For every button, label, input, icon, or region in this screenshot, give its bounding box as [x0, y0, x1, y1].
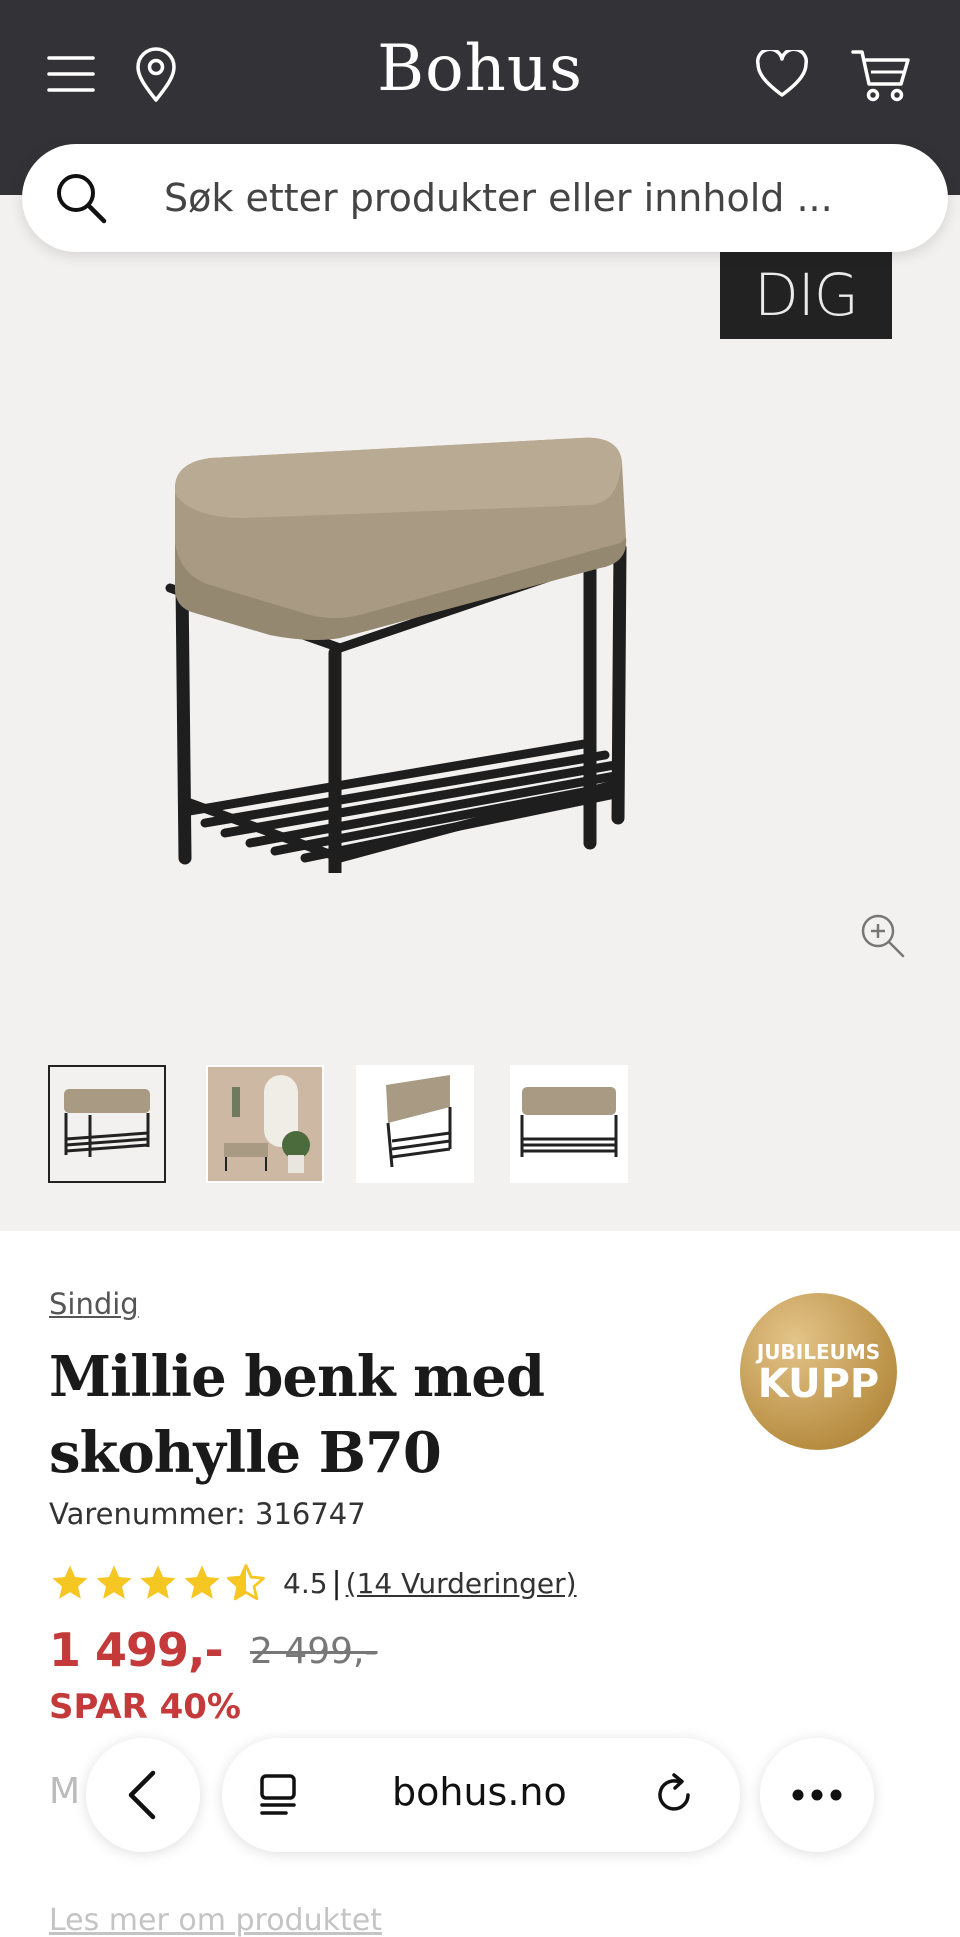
browser-url[interactable]: bohus.no: [392, 1770, 567, 1814]
shopping-cart-icon[interactable]: [848, 44, 914, 106]
reviews-link[interactable]: (14 Vurderinger): [346, 1567, 577, 1600]
badge-top-text: JUBILEUMS: [756, 1339, 881, 1364]
browser-back-button[interactable]: [86, 1738, 200, 1852]
search-bar: [22, 144, 948, 252]
savings-label: SPAR 40%: [49, 1687, 241, 1727]
read-more-link[interactable]: Les mer om produktet: [49, 1903, 382, 1937]
thumbnail-bench-side[interactable]: [356, 1065, 474, 1183]
star-icon: [140, 1565, 176, 1599]
description-start: M: [49, 1771, 81, 1812]
badge-bottom-text: KUPP: [757, 1360, 880, 1407]
browser-address-bar[interactable]: bohus.no: [222, 1738, 740, 1852]
rating-separator: |: [331, 1565, 342, 1601]
reload-icon[interactable]: [652, 1772, 698, 1818]
product-sku: Varenummer: 316747: [49, 1497, 366, 1531]
rating-value: 4.5: [283, 1566, 328, 1600]
star-rating: [49, 1562, 267, 1604]
old-price: 2 499,-: [250, 1631, 378, 1672]
search-icon[interactable]: [52, 169, 110, 227]
search-input[interactable]: [164, 166, 924, 230]
tabs-icon[interactable]: [256, 1772, 302, 1818]
brand-link[interactable]: Sindig: [49, 1287, 139, 1321]
bohus-logo[interactable]: Bohus: [0, 32, 960, 106]
browser-more-button[interactable]: [760, 1738, 874, 1852]
half-star-icon: [227, 1564, 265, 1601]
thumbnail-bench-front[interactable]: [48, 1065, 166, 1183]
product-gallery: DIG: [0, 195, 960, 1231]
more-dots-icon: [792, 1789, 842, 1801]
star-icon: [96, 1565, 132, 1599]
main-product-image[interactable]: [150, 313, 800, 945]
star-icon: [52, 1565, 88, 1599]
rating-row: 4.5 | (14 Vurderinger): [49, 1561, 577, 1605]
zoom-in-icon[interactable]: [858, 911, 906, 959]
current-price: 1 499,-: [49, 1623, 224, 1677]
back-chevron-icon: [128, 1770, 156, 1820]
thumbnail-room-scene[interactable]: [206, 1065, 324, 1183]
product-title: Millie benk med skohylle B70: [49, 1344, 545, 1486]
thumbnail-bench-straight[interactable]: [510, 1065, 628, 1183]
jubileums-kupp-badge: JUBILEUMS KUPP: [740, 1293, 897, 1450]
star-icon: [184, 1565, 220, 1599]
heart-icon[interactable]: [752, 44, 812, 104]
